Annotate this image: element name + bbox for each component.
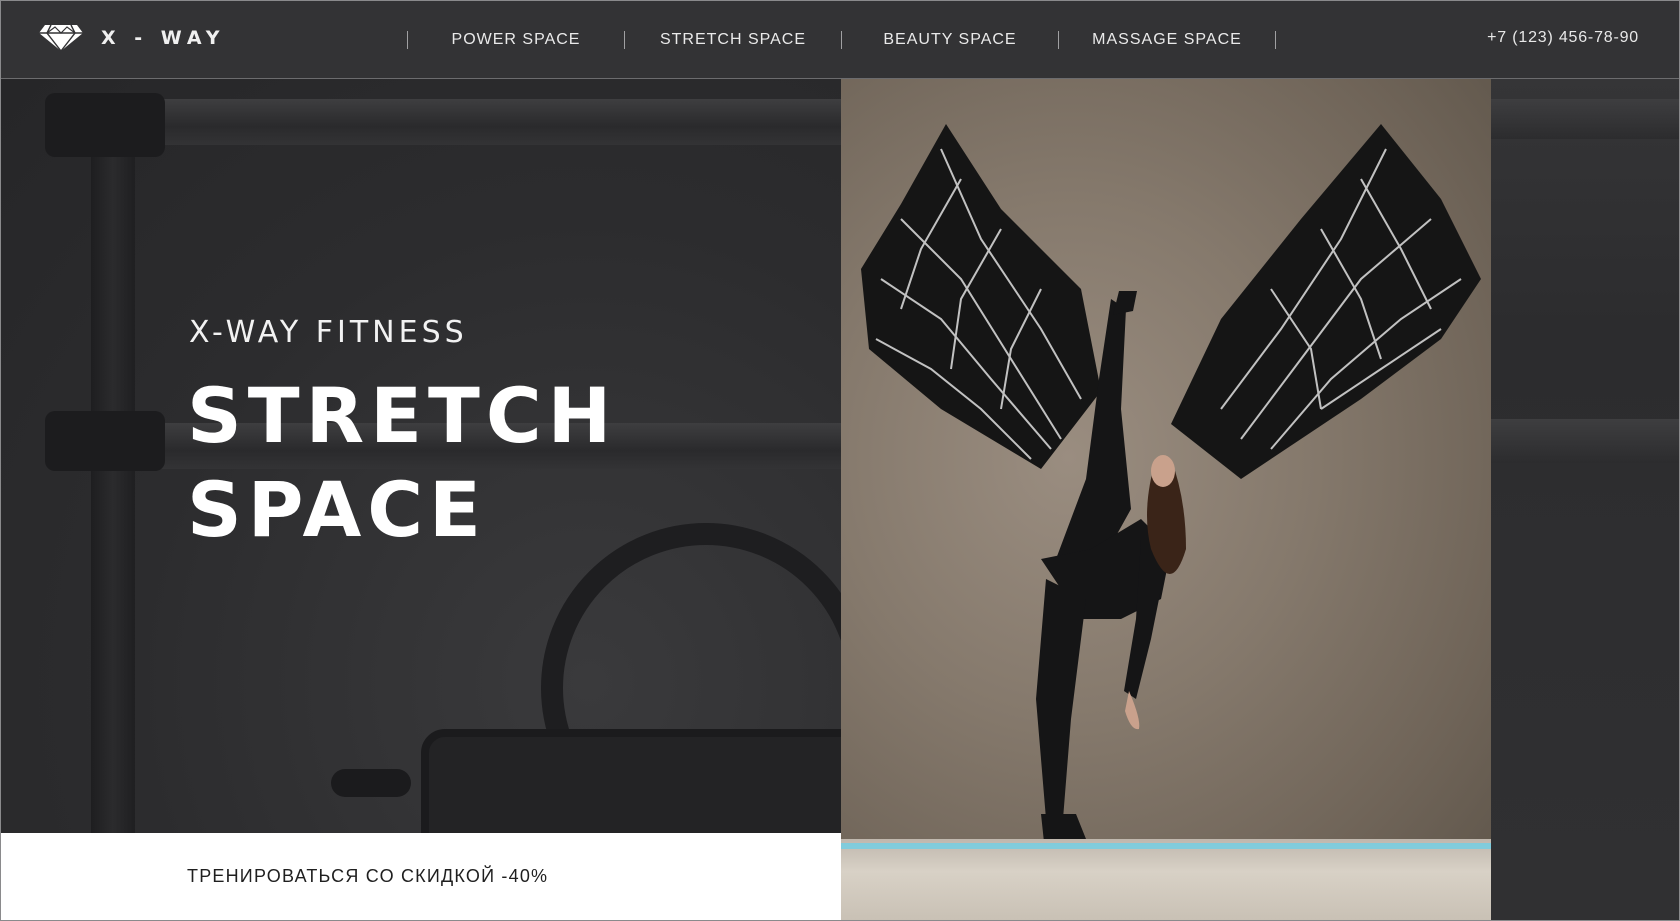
phone-link[interactable]: +7 (123) 456-78-90: [1487, 29, 1639, 47]
floor-led-strip: [841, 843, 1491, 849]
page-frame: X - WAY POWER SPACE STRETCH SPACE BEAUTY…: [0, 0, 1680, 921]
hero-title: STRETCH SPACE: [187, 369, 617, 557]
floor: [841, 839, 1491, 920]
nav-item-power-space[interactable]: POWER SPACE: [408, 31, 624, 49]
hero-title-line: SPACE: [187, 465, 487, 554]
cta-label: ТРЕНИРОВАТЬСЯ СО СКИДКОЙ -40%: [187, 866, 549, 886]
gym-machine-handle: [331, 769, 411, 797]
hero-background: X-WAY FITNESS STRETCH SPACE: [1, 79, 841, 833]
wings-and-gymnast-illustration: [861, 124, 1481, 861]
right-background-strip: [1491, 79, 1679, 920]
diamond-logo-icon: [39, 24, 83, 53]
nav-item-beauty-space[interactable]: BEAUTY SPACE: [842, 31, 1058, 49]
brand-name: X - WAY: [101, 27, 226, 49]
main-nav: POWER SPACE STRETCH SPACE BEAUTY SPACE M…: [407, 1, 1276, 78]
nav-divider: [1275, 30, 1276, 49]
ballet-barre-middle-right: [1491, 419, 1679, 463]
hero-photo-stretching-woman: [841, 79, 1491, 920]
site-header: X - WAY POWER SPACE STRETCH SPACE BEAUTY…: [1, 1, 1679, 79]
nav-item-stretch-space[interactable]: STRETCH SPACE: [625, 31, 841, 49]
gym-machine-base: [421, 729, 841, 833]
ballet-barre-top: [151, 99, 841, 145]
barre-bracket: [45, 93, 165, 157]
hero-title-line: STRETCH: [187, 371, 618, 460]
hero-subtitle: X-WAY FITNESS: [189, 315, 468, 350]
discount-cta-button[interactable]: ТРЕНИРОВАТЬСЯ СО СКИДКОЙ -40%: [1, 833, 841, 920]
barre-bracket: [45, 411, 165, 471]
brand-logo[interactable]: X - WAY: [37, 23, 226, 53]
ballet-barre-top-right: [1491, 99, 1679, 139]
nav-item-massage-space[interactable]: MASSAGE SPACE: [1059, 31, 1275, 49]
barre-post: [91, 119, 135, 833]
